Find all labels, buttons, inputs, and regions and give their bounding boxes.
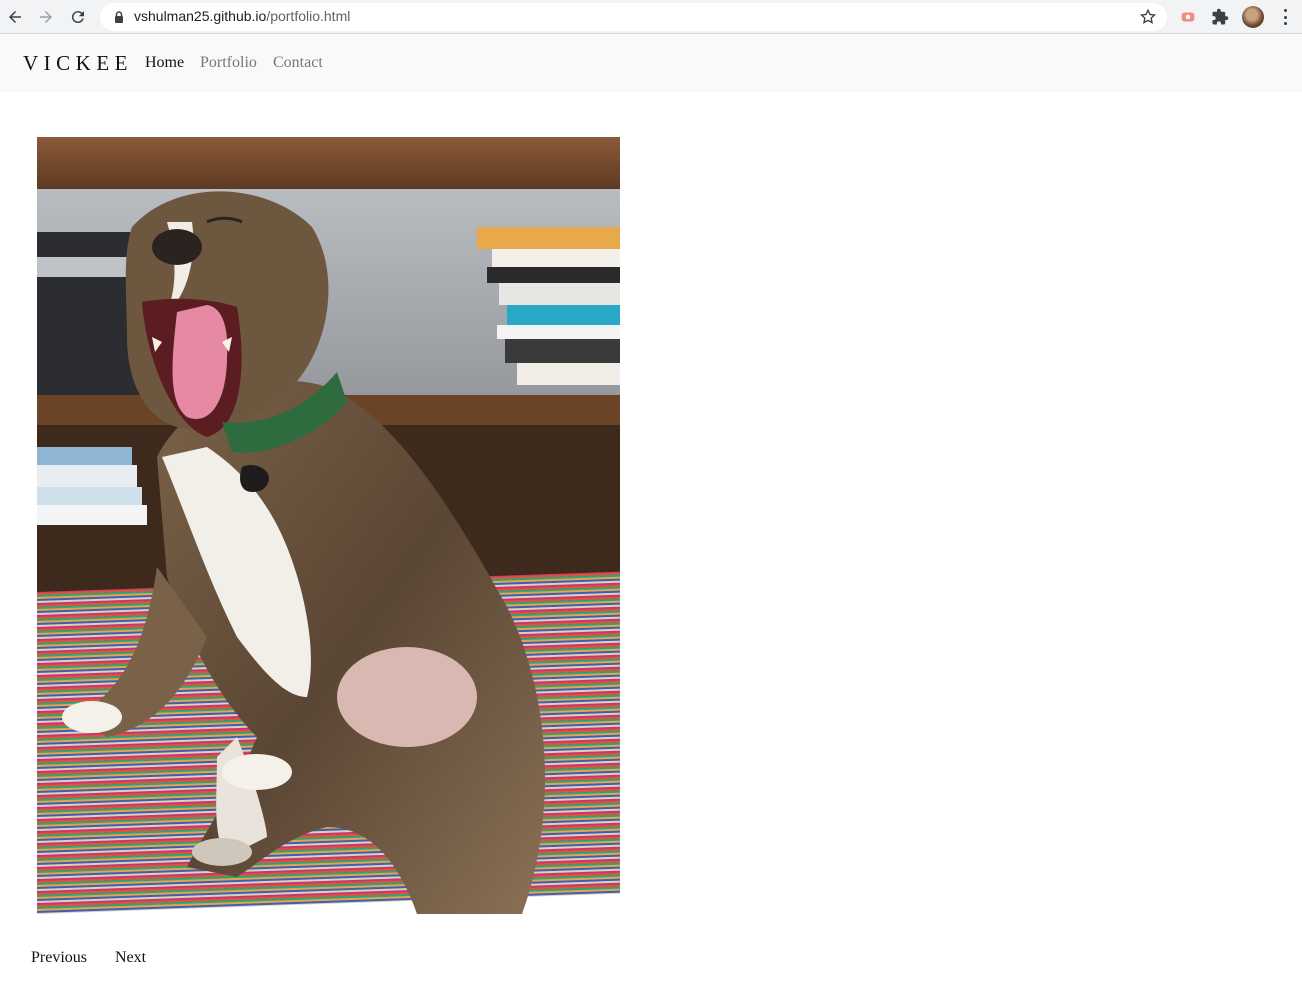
address-bar[interactable]: vshulman25.github.io/portfolio.html bbox=[100, 3, 1167, 31]
extension-icon[interactable] bbox=[1178, 7, 1198, 27]
forward-arrow-icon[interactable] bbox=[35, 6, 57, 28]
nav-contact[interactable]: Contact bbox=[273, 54, 323, 72]
profile-avatar[interactable] bbox=[1242, 6, 1264, 28]
menu-kebab-icon[interactable] bbox=[1276, 8, 1294, 26]
back-arrow-icon[interactable] bbox=[4, 6, 26, 28]
url-text: vshulman25.github.io/portfolio.html bbox=[134, 8, 350, 24]
next-link[interactable]: Next bbox=[115, 949, 146, 967]
url-path: /portfolio.html bbox=[266, 8, 351, 24]
reload-icon[interactable] bbox=[67, 6, 89, 28]
site-navbar: VICKEE Home Portfolio Contact bbox=[0, 35, 1302, 92]
puzzle-icon[interactable] bbox=[1210, 7, 1230, 27]
url-host: vshulman25.github.io bbox=[134, 8, 267, 24]
previous-link[interactable]: Previous bbox=[31, 949, 87, 967]
nav-home[interactable]: Home bbox=[145, 54, 184, 72]
dog-photo-illustration bbox=[37, 137, 620, 914]
nav-portfolio[interactable]: Portfolio bbox=[200, 54, 257, 72]
portfolio-photo bbox=[37, 137, 620, 914]
browser-toolbar: vshulman25.github.io/portfolio.html bbox=[0, 0, 1302, 34]
lock-icon bbox=[115, 11, 123, 23]
brand-logo[interactable]: VICKEE bbox=[23, 51, 133, 76]
bookmark-star-icon[interactable] bbox=[1139, 8, 1157, 26]
